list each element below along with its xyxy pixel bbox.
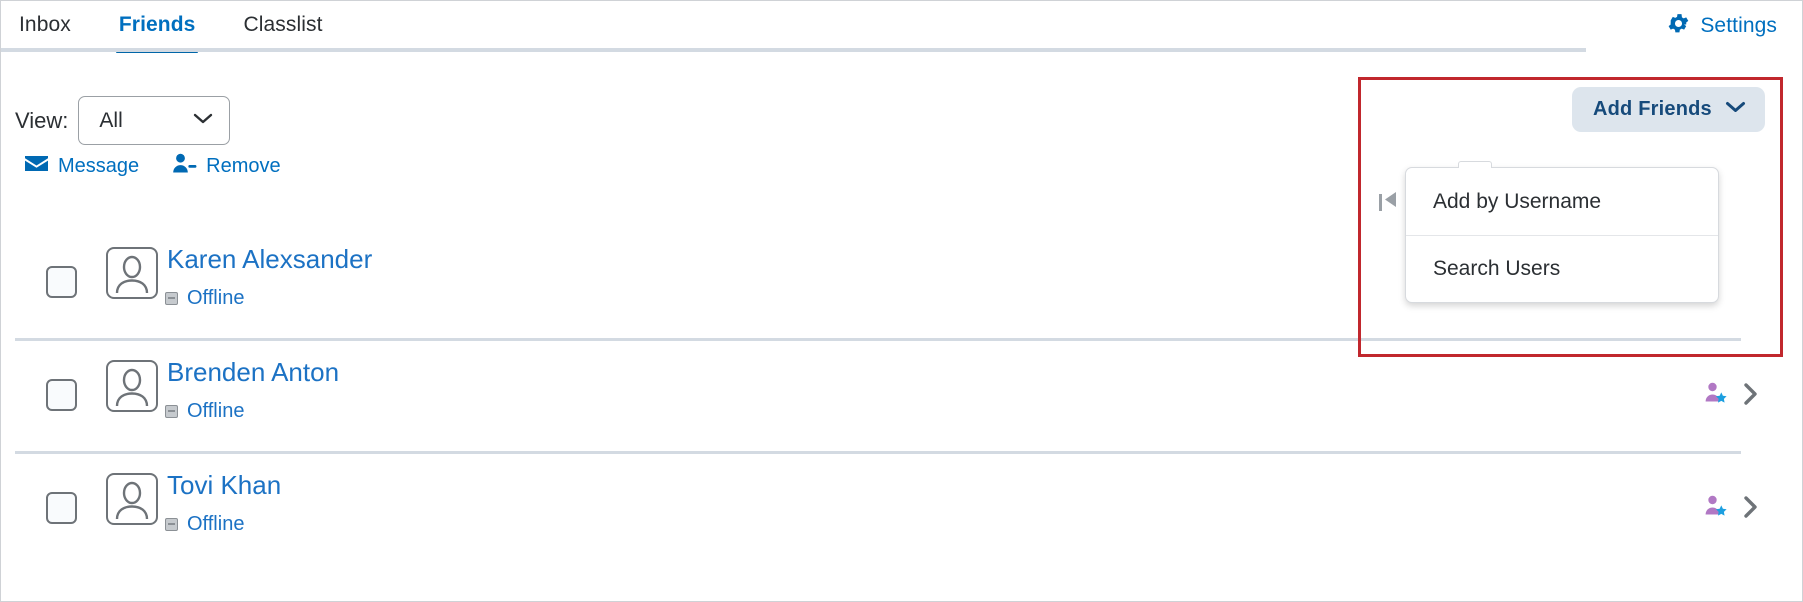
friends-page: Inbox Friends Classlist Settings View: A…: [0, 0, 1803, 602]
status-label[interactable]: Offline: [187, 287, 244, 310]
friend-name-link[interactable]: Karen Alexsander: [167, 244, 372, 275]
chevron-down-icon: [1725, 100, 1746, 119]
tab-friends-label: Friends: [119, 13, 196, 36]
user-avatar-icon: [106, 360, 158, 412]
friend-status: Offline: [165, 287, 244, 310]
menu-item-add-by-username[interactable]: Add by Username: [1406, 168, 1718, 235]
message-label: Message: [58, 155, 139, 178]
pagination-first-page-button[interactable]: [1379, 191, 1397, 213]
user-avatar-icon: [106, 473, 158, 525]
chevron-right-icon[interactable]: [1743, 496, 1758, 518]
gear-icon: [1666, 11, 1691, 41]
friend-status: Offline: [165, 400, 244, 423]
menu-item-add-by-username-label: Add by Username: [1433, 190, 1601, 214]
tab-bar-divider: [1, 48, 1586, 52]
friend-name-link[interactable]: Tovi Khan: [167, 470, 281, 501]
person-minus-icon: [172, 153, 197, 179]
tab-bar: Inbox Friends Classlist Settings: [1, 1, 1803, 53]
remove-action[interactable]: Remove: [172, 153, 280, 179]
tab-classlist-label: Classlist: [243, 13, 322, 36]
tab-inbox[interactable]: Inbox: [19, 1, 71, 53]
menu-caret-notch: [1458, 161, 1492, 168]
first-page-arrow-icon: [1384, 191, 1397, 213]
status-offline-icon: [165, 292, 178, 305]
row-checkbox[interactable]: [46, 266, 77, 298]
tab-inbox-label: Inbox: [19, 13, 71, 36]
tab-classlist[interactable]: Classlist: [243, 1, 322, 53]
settings-label: Settings: [1700, 14, 1777, 38]
user-avatar-icon: [106, 247, 158, 299]
tab-friends[interactable]: Friends: [119, 1, 196, 53]
person-star-icon[interactable]: [1704, 495, 1729, 518]
status-offline-icon: [165, 405, 178, 418]
add-friends-menu: Add by Username Search Users: [1405, 167, 1719, 303]
envelope-icon: [24, 154, 49, 178]
row-divider: [15, 338, 1741, 341]
status-label[interactable]: Offline: [187, 400, 244, 423]
first-page-bar: [1379, 194, 1382, 211]
friend-status: Offline: [165, 513, 244, 536]
status-offline-icon: [165, 518, 178, 531]
menu-item-search-users-label: Search Users: [1433, 257, 1560, 281]
row-actions: [1704, 495, 1758, 518]
chevron-right-icon[interactable]: [1743, 383, 1758, 405]
menu-item-search-users[interactable]: Search Users: [1406, 235, 1718, 302]
tab-list: Inbox Friends Classlist: [19, 1, 371, 53]
status-label[interactable]: Offline: [187, 513, 244, 536]
add-friends-button[interactable]: Add Friends: [1572, 87, 1765, 132]
add-friends-label: Add Friends: [1593, 98, 1712, 121]
view-label: View:: [15, 108, 68, 134]
remove-label: Remove: [206, 155, 280, 178]
settings-button[interactable]: Settings: [1666, 11, 1777, 41]
table-row: Brenden Anton Offline: [1, 338, 1803, 451]
view-select[interactable]: All: [78, 96, 230, 145]
view-select-value: All: [99, 109, 122, 133]
row-checkbox[interactable]: [46, 379, 77, 411]
row-checkbox[interactable]: [46, 492, 77, 524]
row-divider: [15, 451, 1741, 454]
row-actions: [1704, 382, 1758, 405]
person-star-icon[interactable]: [1704, 382, 1729, 405]
friend-name-link[interactable]: Brenden Anton: [167, 357, 339, 388]
view-filter-row: View: All: [15, 96, 230, 145]
bulk-actions: Message Remove: [24, 153, 281, 179]
table-row: Tovi Khan Offline: [1, 451, 1803, 564]
message-action[interactable]: Message: [24, 154, 139, 178]
chevron-down-icon: [193, 112, 213, 130]
